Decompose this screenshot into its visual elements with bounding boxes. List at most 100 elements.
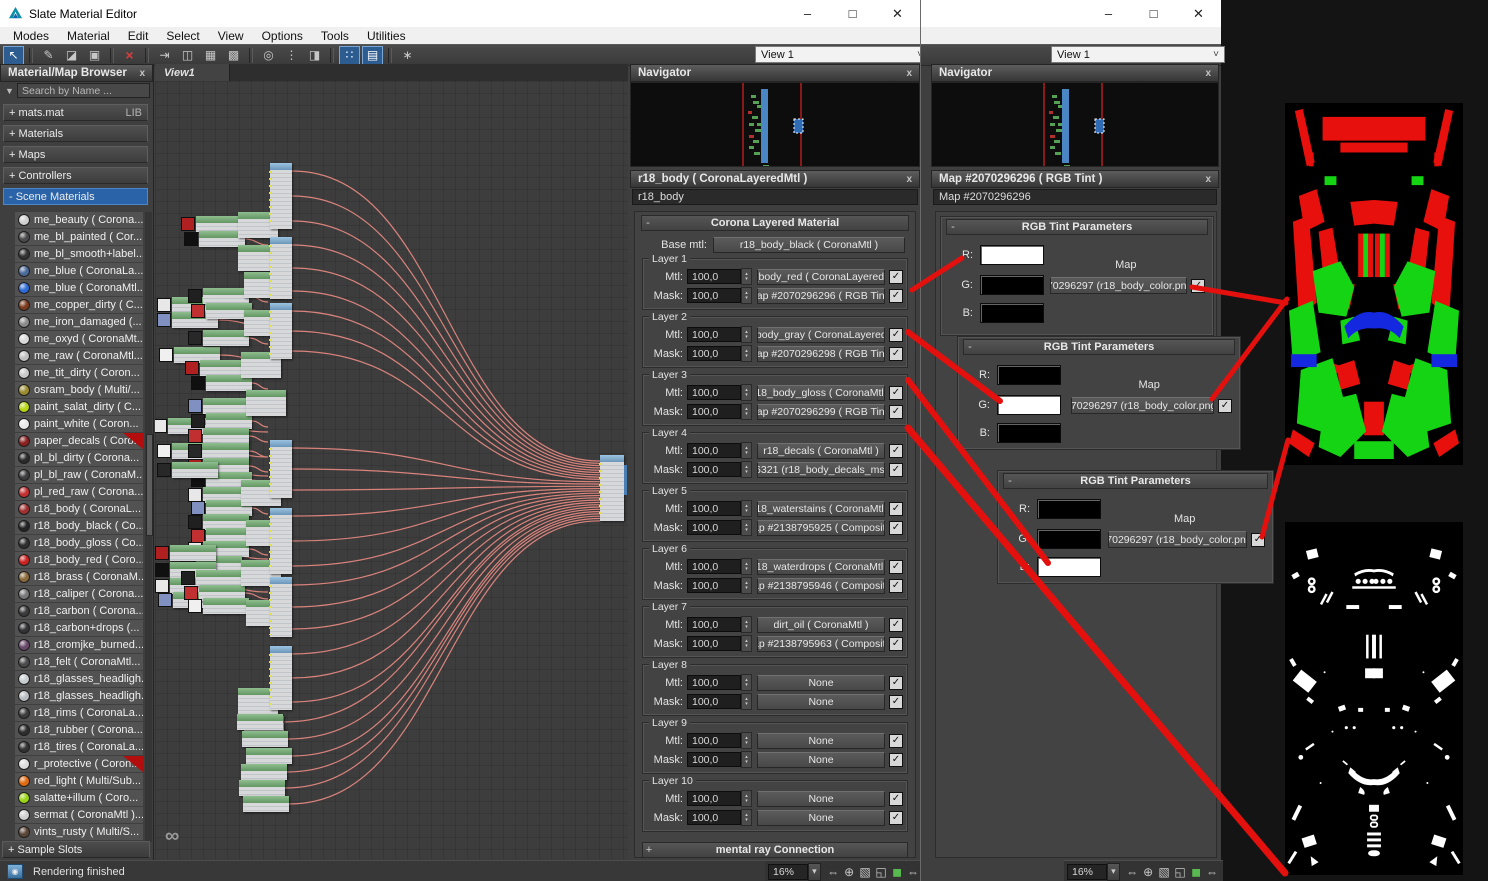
list-item[interactable]: paper_decals ( Coro... <box>15 433 143 449</box>
checkbox-checked[interactable]: ✓ <box>889 560 903 574</box>
options-icon[interactable]: ◎ <box>258 46 279 65</box>
zoom-extents-icon[interactable]: ◱ <box>874 864 888 880</box>
mask-slot-button[interactable]: None <box>757 810 885 826</box>
close-button[interactable]: ✕ <box>1176 0 1221 27</box>
spinner[interactable]: 100,0▴▾ <box>687 751 752 768</box>
map-node[interactable] <box>196 216 242 232</box>
mtl-slot-button[interactable]: None <box>757 733 885 749</box>
map-node[interactable] <box>246 748 292 764</box>
menu-options[interactable]: Options <box>253 29 312 43</box>
list-item[interactable]: me_beauty ( Corona... <box>15 212 143 228</box>
map-node[interactable] <box>170 545 216 561</box>
map-panel-header[interactable]: Map #2070296296 ( RGB Tint ) x <box>931 170 1219 188</box>
mask-slot-button[interactable]: None <box>757 752 885 768</box>
material-node[interactable] <box>270 237 292 299</box>
zoom-extents-selected-icon[interactable]: ◼ <box>1189 864 1203 880</box>
spinner-arrows[interactable]: ▴▾ <box>741 519 752 536</box>
material-node[interactable] <box>270 440 292 498</box>
checkbox-checked[interactable]: ✓ <box>889 444 903 458</box>
navigator-header[interactable]: Navigator x <box>630 64 920 82</box>
spinner[interactable]: 100,0▴▾ <box>687 384 752 401</box>
list-item[interactable]: sermat ( CoronaMtl )... <box>15 807 143 823</box>
b-color-swatch[interactable] <box>980 303 1044 323</box>
g-color-swatch[interactable] <box>997 395 1061 415</box>
spinner-arrows[interactable]: ▴▾ <box>741 500 752 517</box>
checkbox-checked[interactable]: ✓ <box>889 289 903 303</box>
checkbox-checked[interactable]: ✓ <box>889 753 903 767</box>
checkbox-checked[interactable]: ✓ <box>889 695 903 709</box>
mtl-slot-button[interactable]: r18_waterdrops ( CoronaMtl ) <box>757 559 885 575</box>
pan-to-selected-icon[interactable]: ⇔ <box>1205 864 1219 880</box>
scrollbar-thumb[interactable] <box>146 434 153 536</box>
material-node[interactable] <box>270 508 292 574</box>
list-item[interactable]: r18_caliper ( Corona... <box>15 586 143 602</box>
close-icon[interactable]: x <box>139 68 145 79</box>
spinner-value[interactable]: 100,0 <box>687 636 741 651</box>
zoom-tool-icon[interactable]: ⊕ <box>1141 864 1155 880</box>
r-color-swatch[interactable] <box>997 365 1061 385</box>
move-children-icon[interactable]: ⇥ <box>154 46 175 65</box>
show-map-in-viewport-icon[interactable]: ▦ <box>200 46 221 65</box>
spinner[interactable]: 100,0▴▾ <box>687 500 752 517</box>
browser-header[interactable]: Material/Map Browser x <box>0 64 153 82</box>
checkbox-checked[interactable]: ✓ <box>889 463 903 477</box>
spinner-arrows[interactable]: ▴▾ <box>741 461 752 478</box>
spinner[interactable]: 100,0▴▾ <box>687 403 752 420</box>
r-color-swatch[interactable] <box>1037 499 1101 519</box>
layout-vertical-icon[interactable]: ⋮ <box>281 46 302 65</box>
menu-view[interactable]: View <box>209 29 253 43</box>
list-item[interactable]: r18_cromjke_burned... <box>15 637 143 653</box>
spinner-arrows[interactable]: ▴▾ <box>741 442 752 459</box>
list-item[interactable]: r18_rims ( CoronaLa... <box>15 705 143 721</box>
g-color-swatch[interactable] <box>1037 529 1101 549</box>
map-node[interactable] <box>242 731 288 747</box>
list-item[interactable]: r18_body_black ( Co... <box>15 518 143 534</box>
mask-slot-button[interactable]: Map #2070296298 ( RGB Tint ) <box>757 346 885 362</box>
navigator-minimap[interactable] <box>630 82 920 167</box>
spinner[interactable]: 100,0▴▾ <box>687 326 752 343</box>
spinner-arrows[interactable]: ▴▾ <box>741 403 752 420</box>
spinner-arrows[interactable]: ▴▾ <box>741 345 752 362</box>
map-node[interactable] <box>203 330 249 346</box>
list-item[interactable]: osram_body ( Multi/... <box>15 382 143 398</box>
node-graph-canvas[interactable]: ∞ <box>155 81 628 860</box>
group-controllers[interactable]: + Controllers <box>3 167 148 184</box>
mtl-slot-button[interactable]: None <box>757 791 885 807</box>
search-filter-icon[interactable]: ▼ <box>2 84 17 98</box>
r-color-swatch[interactable] <box>980 245 1044 265</box>
hide-unused-nodeslots-icon[interactable]: ∷ <box>339 46 360 65</box>
material-preview-icon[interactable]: ▤ <box>362 46 383 65</box>
menu-edit[interactable]: Edit <box>119 29 158 43</box>
map-node[interactable] <box>243 796 289 812</box>
spinner-arrows[interactable]: ▴▾ <box>741 674 752 691</box>
list-item[interactable]: me_raw ( CoronaMtl... <box>15 348 143 364</box>
window-titlebar[interactable]: Slate Material Editor <box>0 0 920 27</box>
navigator-view-rect[interactable] <box>794 119 803 133</box>
mtl-slot-button[interactable]: r18_body_gloss ( CoronaMtl ) <box>757 385 885 401</box>
list-item[interactable]: r18_body ( CoronaL... <box>15 501 143 517</box>
spinner-value[interactable]: 100,0 <box>687 385 741 400</box>
maximize-button[interactable]: □ <box>1131 0 1176 27</box>
menu-select[interactable]: Select <box>157 29 208 43</box>
checkbox-checked[interactable]: ✓ <box>889 405 903 419</box>
menu-tools[interactable]: Tools <box>312 29 358 43</box>
rollout-rgb-tint-parameters[interactable]: -RGB Tint Parameters <box>1003 473 1268 489</box>
spinner[interactable]: 100,0▴▾ <box>687 616 752 633</box>
spinner-value[interactable]: 100,0 <box>687 675 741 690</box>
checkbox-checked[interactable]: ✓ <box>1191 279 1205 293</box>
map-node[interactable] <box>203 598 249 614</box>
list-item[interactable]: me_blue ( CoronaLa... <box>15 263 143 279</box>
spinner-arrows[interactable]: ▴▾ <box>741 732 752 749</box>
search-input[interactable]: Search by Name ... <box>17 83 150 98</box>
close-icon[interactable]: x <box>906 68 912 79</box>
navigator-minimap[interactable] <box>931 82 1219 167</box>
zoom-tool-icon[interactable]: ⊕ <box>842 864 856 880</box>
list-item[interactable]: me_copper_dirty ( C... <box>15 297 143 313</box>
spinner-arrows[interactable]: ▴▾ <box>741 635 752 652</box>
zoom-extents-selected-icon[interactable]: ◼ <box>890 864 904 880</box>
zoom-region-icon[interactable]: ▧ <box>858 864 872 880</box>
spinner-value[interactable]: 100,0 <box>687 520 741 535</box>
select-tool-icon[interactable]: ↖ <box>3 46 24 65</box>
list-item[interactable]: me_tit_dirty ( Coron... <box>15 365 143 381</box>
checkbox-checked[interactable]: ✓ <box>889 521 903 535</box>
